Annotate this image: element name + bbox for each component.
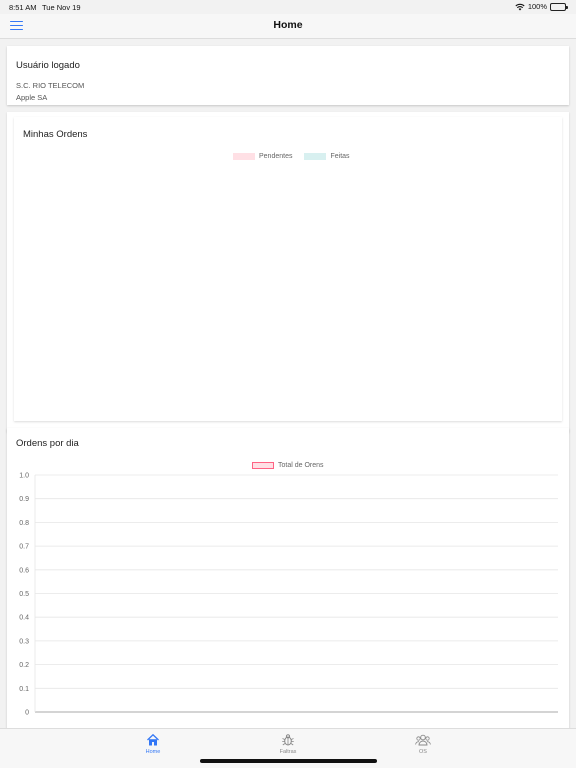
y-tick-label: 0.9 xyxy=(19,496,29,503)
user-card: Usuário logado S.C. RIO TELECOM Apple SA xyxy=(7,46,569,105)
legend-label-feitas: Feitas xyxy=(330,153,350,160)
battery-icon xyxy=(550,2,568,11)
y-tick-label: 0.1 xyxy=(19,686,29,693)
legend-swatch-feitas xyxy=(304,153,327,160)
daily-orders-chart: 1.0 0.9 0.8 0.7 0.6 0.5 0.4 0.3 0.2 0.1 0 xyxy=(19,473,558,717)
navigation-bar: Home xyxy=(0,14,576,39)
y-tick-label: 0.5 xyxy=(19,591,29,598)
daily-orders-card: Ordens por dia Total de Orens 1.0 0.9 0.8 0… xyxy=(7,428,569,728)
y-tick-label: 0.2 xyxy=(19,662,29,669)
status-bar: 8:51 AM Tue Nov 19 100% xyxy=(0,0,576,14)
y-tick-label: 0.8 xyxy=(19,520,29,527)
tab-home-label: Home xyxy=(145,749,161,755)
y-tick-label: 0.7 xyxy=(19,544,29,551)
status-time: 8:51 AM xyxy=(9,3,37,12)
y-tick-label: 0.3 xyxy=(19,638,29,645)
user-device: Apple SA xyxy=(16,93,48,102)
tab-faltras-label: Faltras xyxy=(279,749,297,755)
house-icon xyxy=(147,733,159,746)
battery-percent: 100% xyxy=(527,2,547,11)
y-tick-label: 0.4 xyxy=(19,615,29,622)
people-icon xyxy=(415,734,431,746)
y-tick-label: 1.0 xyxy=(19,473,29,480)
orders-legend: Pendentes Feitas xyxy=(233,153,350,160)
bug-icon xyxy=(282,734,294,746)
orders-card-title: Minhas Ordens xyxy=(23,129,88,140)
wifi-icon xyxy=(515,3,525,10)
home-indicator xyxy=(200,759,377,763)
orders-chart-panel: Minhas Ordens Pendentes Feitas xyxy=(14,117,562,421)
legend-label-pendentes: Pendentes xyxy=(259,153,293,160)
tab-os[interactable]: OS xyxy=(393,733,453,755)
tab-os-label: OS xyxy=(419,749,427,755)
y-tick-label: 0 xyxy=(25,710,29,717)
orders-card: Minhas Ordens Pendentes Feitas xyxy=(7,112,569,432)
y-tick-label: 0.6 xyxy=(19,567,29,574)
status-date: Tue Nov 19 xyxy=(42,3,81,12)
page-title: Home xyxy=(273,19,303,31)
tab-home[interactable]: Home xyxy=(123,733,183,755)
legend-swatch-pendentes xyxy=(233,153,255,160)
tab-faltras[interactable]: Faltras xyxy=(258,733,318,755)
status-right: 100% xyxy=(515,2,568,11)
user-card-title: Usuário logado xyxy=(16,60,80,71)
main-content[interactable]: Usuário logado S.C. RIO TELECOM Apple SA… xyxy=(0,40,576,728)
user-company: S.C. RIO TELECOM xyxy=(16,81,85,90)
